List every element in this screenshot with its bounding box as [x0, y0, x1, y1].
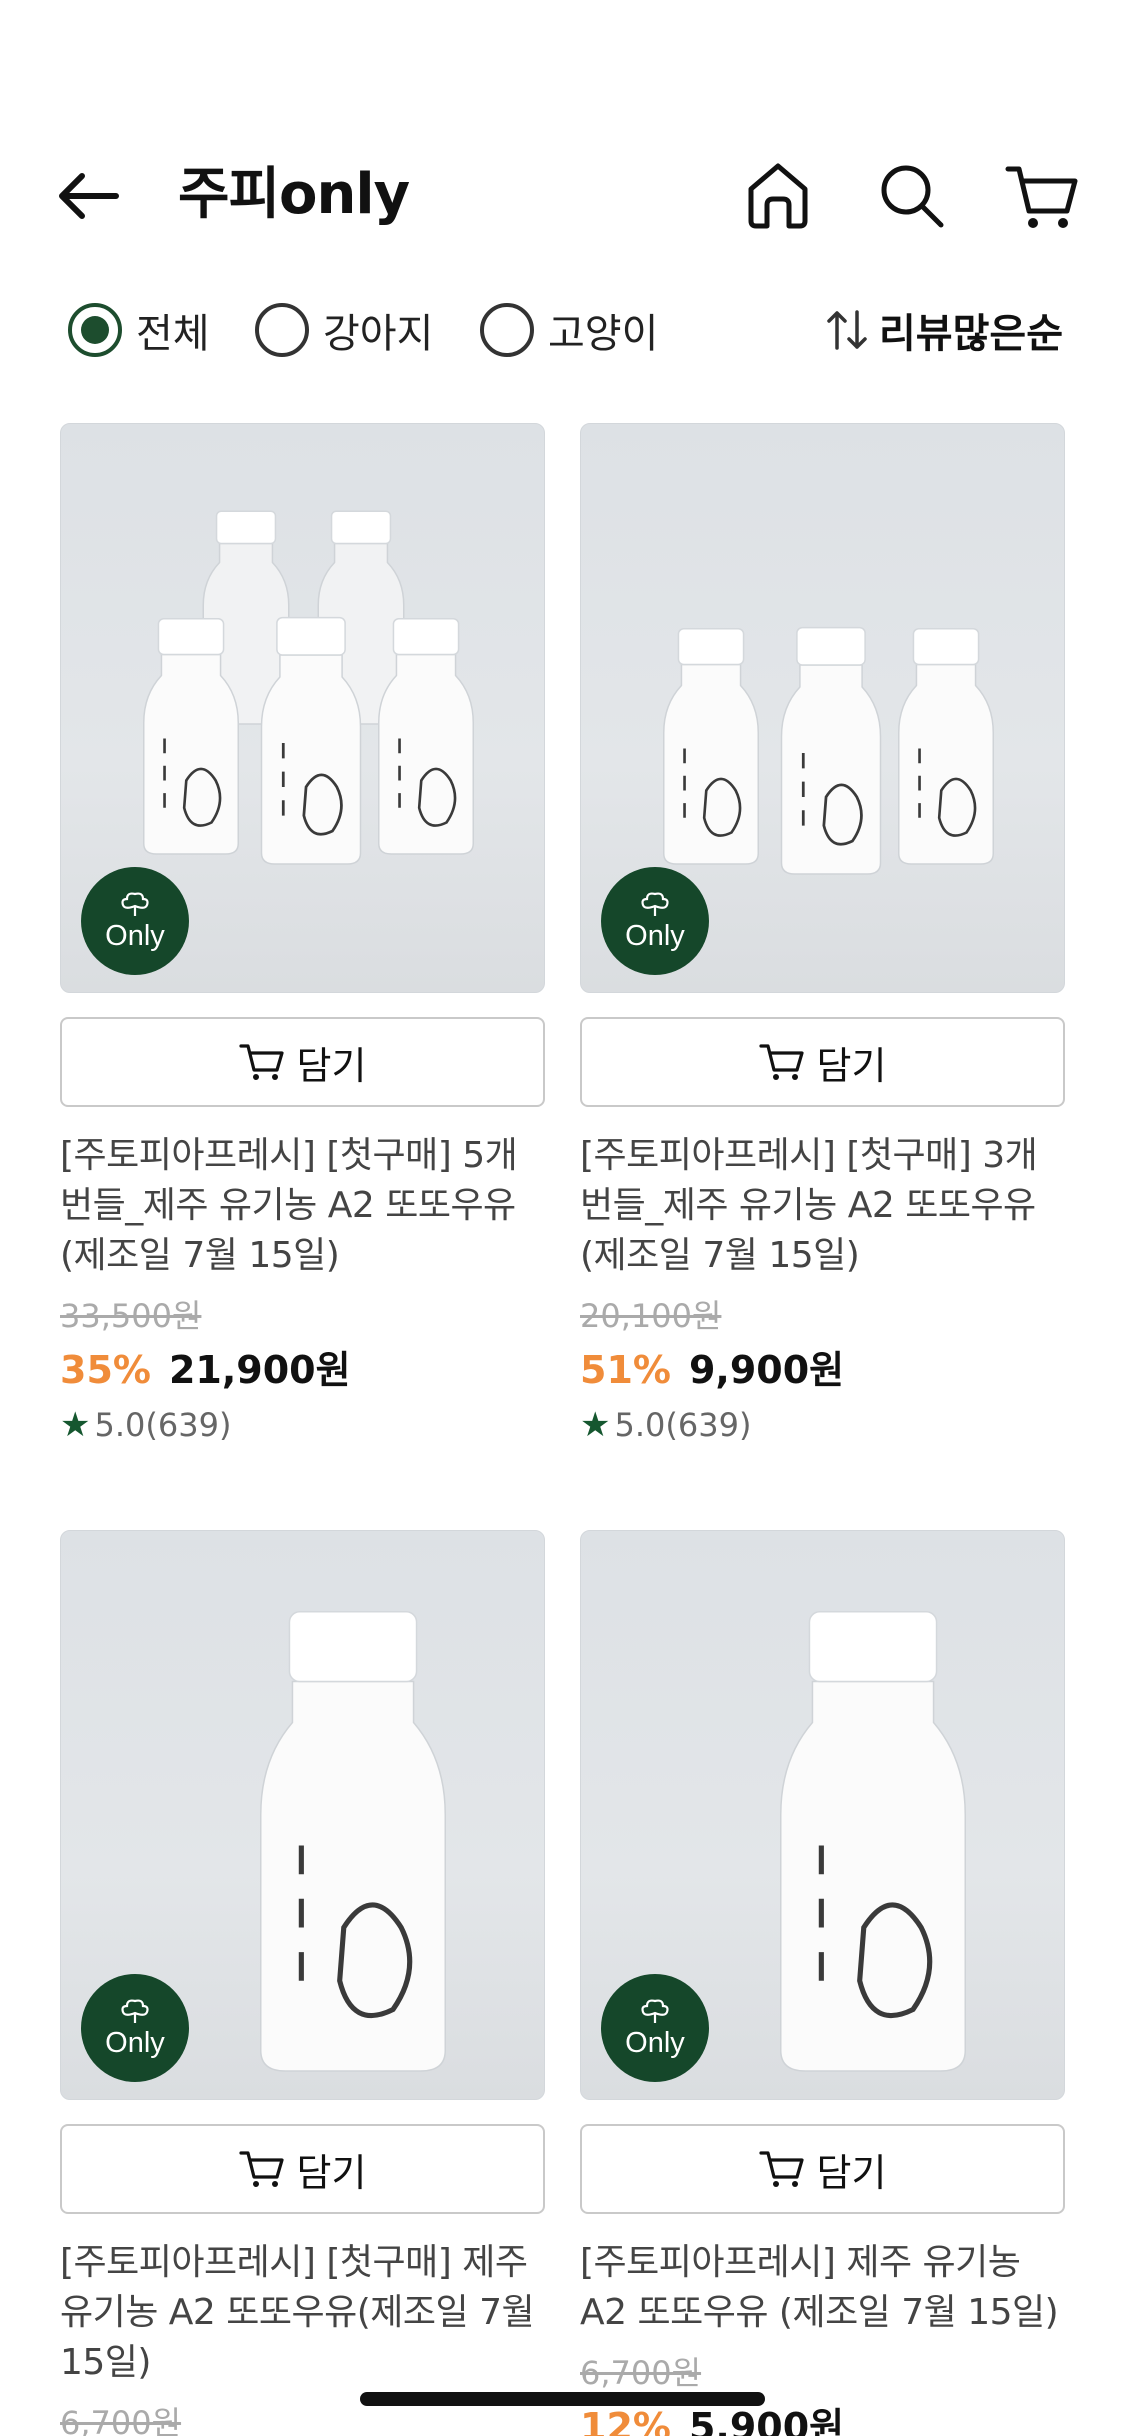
price-row: 35% 21,900원: [60, 1339, 351, 1394]
milk-bottle: [780, 1611, 966, 2072]
milk-bottle: [260, 1611, 446, 2072]
filter-label-dog: 강아지: [323, 311, 434, 357]
filter-radio-dog[interactable]: 강아지: [255, 300, 433, 360]
product-name[interactable]: [주토피아프레시] [첫구매] 3개 번들_제주 유기농 A2 또또우유 (제조…: [580, 1131, 1065, 1281]
product-image[interactable]: Only: [580, 1530, 1065, 2100]
page-title: 주피only: [178, 162, 410, 227]
product-name[interactable]: [주토피아프레시] 제주 유기농 A2 또또우유 (제조일 7월 15일): [580, 2238, 1065, 2338]
filter-radio-cat[interactable]: 고양이: [480, 300, 658, 360]
cart-icon: [1005, 166, 1078, 228]
original-price: 6,700원: [60, 2404, 182, 2436]
milk-bottle: [663, 628, 759, 865]
filter-bar: 전체 강아지 고양이 리뷰많은순: [0, 290, 1125, 370]
home-icon: [748, 163, 808, 229]
star-icon: ★: [60, 1405, 91, 1445]
filter-radio-all[interactable]: 전체: [68, 300, 210, 360]
clover-icon: [121, 891, 149, 916]
rating-text: 5.0(639): [614, 1406, 752, 1444]
add-to-cart-button[interactable]: 담기: [60, 2124, 545, 2214]
cart-icon: [238, 1044, 284, 1080]
home-indicator: [360, 2392, 765, 2406]
clover-icon: [641, 891, 669, 916]
cart-icon: [758, 1044, 804, 1080]
only-badge: Only: [81, 1974, 189, 2082]
add-to-cart-button[interactable]: 담기: [60, 1017, 545, 1107]
search-button[interactable]: [870, 154, 954, 238]
milk-bottle: [898, 628, 994, 865]
clover-icon: [121, 1998, 149, 2023]
arrow-left-icon: [59, 173, 119, 219]
search-icon: [881, 165, 944, 228]
filter-label-cat: 고양이: [548, 311, 659, 357]
radio-unselected-icon: [480, 303, 534, 357]
add-to-cart-button[interactable]: 담기: [580, 2124, 1065, 2214]
sale-price: 9,900원: [688, 1348, 845, 1392]
product-image[interactable]: Only: [60, 423, 545, 993]
product-image[interactable]: Only: [60, 1530, 545, 2100]
sale-price: 21,900원: [168, 1348, 351, 1392]
filter-label-all: 전체: [136, 311, 210, 357]
product-image[interactable]: Only: [580, 423, 1065, 993]
cart-icon: [758, 2151, 804, 2187]
only-badge: Only: [601, 1974, 709, 2082]
rating: ★ 5.0(639): [580, 1405, 751, 1445]
product-name[interactable]: [주토피아프레시] [첫구매] 5개 번들_제주 유기농 A2 또또우유 (제조…: [60, 1131, 545, 1281]
home-button[interactable]: [736, 154, 820, 238]
discount-rate: 51%: [580, 1348, 671, 1392]
product-name[interactable]: [주토피아프레시] [첫구매] 제주 유기농 A2 또또우유(제조일 7월 15…: [60, 2238, 545, 2388]
star-icon: ★: [580, 1405, 611, 1445]
add-to-cart-button[interactable]: 담기: [580, 1017, 1065, 1107]
original-price: 6,700원: [580, 2354, 702, 2392]
cart-button[interactable]: [1000, 154, 1084, 238]
only-badge: Only: [81, 867, 189, 975]
radio-unselected-icon: [255, 303, 309, 357]
discount-rate: 35%: [60, 1348, 151, 1392]
cart-icon: [238, 2151, 284, 2187]
original-price: 20,100원: [580, 1297, 722, 1335]
discount-rate: 12%: [580, 2405, 671, 2436]
sort-button[interactable]: 리뷰많은순: [825, 300, 1063, 360]
rating: ★ 5.0(639): [60, 1405, 231, 1445]
price-row: 51% 9,900원: [580, 1339, 844, 1394]
only-badge: Only: [601, 867, 709, 975]
top-app-bar: 주피only: [0, 140, 1125, 250]
sort-label: 리뷰많은순: [879, 311, 1063, 357]
milk-bottle: [780, 626, 882, 875]
rating-text: 5.0(639): [94, 1406, 232, 1444]
clover-icon: [641, 1998, 669, 2023]
back-button[interactable]: [52, 160, 124, 232]
original-price: 33,500원: [60, 1297, 202, 1335]
radio-selected-icon: [68, 303, 122, 357]
sort-arrows-icon: [827, 310, 867, 350]
